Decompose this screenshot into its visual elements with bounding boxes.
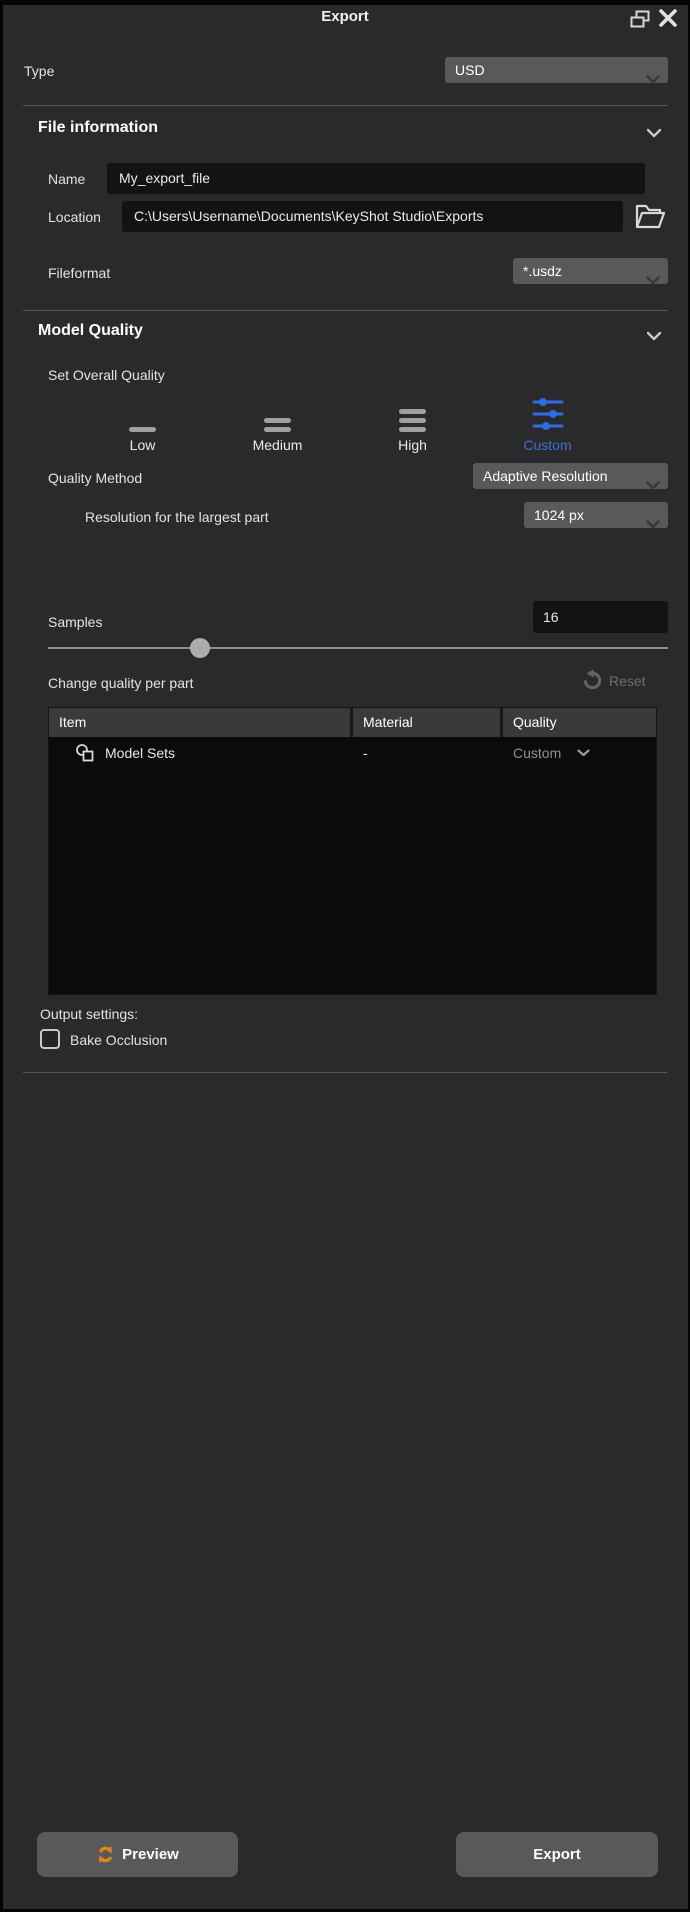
quality-option-label: Low — [130, 437, 156, 453]
output-settings-label: Output settings: — [40, 1006, 138, 1022]
row-quality-dropdown[interactable]: Custom — [503, 745, 656, 761]
export-button-label: Export — [533, 1846, 581, 1863]
table-header-row: Item Material Quality — [49, 708, 656, 737]
set-overall-quality-label: Set Overall Quality — [48, 367, 165, 383]
fileformat-dropdown-value: *.usdz — [523, 263, 562, 279]
reset-button[interactable]: Reset — [581, 669, 646, 692]
slider-track[interactable] — [48, 647, 668, 649]
model-sets-icon — [75, 743, 95, 762]
file-information-header: File information — [38, 119, 158, 137]
collapse-chevron-icon[interactable] — [646, 125, 662, 143]
row-quality-value: Custom — [513, 745, 561, 761]
reset-icon — [581, 669, 604, 692]
quality-per-part-table: Item Material Quality Model Sets - Custo… — [48, 707, 657, 995]
preview-button-label: Preview — [122, 1846, 179, 1863]
preview-render-icon — [96, 1845, 115, 1864]
quality-medium-icon — [264, 392, 291, 432]
quality-option-label: Medium — [253, 437, 303, 453]
location-label: Location — [48, 209, 101, 225]
column-header-item[interactable]: Item — [49, 708, 350, 737]
divider — [23, 310, 667, 311]
column-header-quality[interactable]: Quality — [503, 708, 656, 737]
fileformat-label: Fileformat — [48, 265, 110, 281]
name-label: Name — [48, 171, 85, 187]
quality-option-high[interactable]: High — [345, 392, 480, 453]
bake-occlusion-checkbox[interactable] — [40, 1029, 60, 1049]
resolution-dropdown-value: 1024 px — [534, 507, 584, 523]
type-dropdown-value: USD — [455, 62, 485, 78]
row-item-label: Model Sets — [105, 745, 175, 761]
chevron-down-icon — [646, 511, 660, 537]
model-quality-header: Model Quality — [38, 322, 143, 340]
dialog-title: Export — [0, 8, 690, 25]
chevron-down-icon — [646, 472, 660, 498]
quality-low-icon — [129, 392, 156, 432]
type-label: Type — [24, 63, 54, 79]
close-icon[interactable] — [657, 8, 679, 33]
export-button[interactable]: Export — [456, 1832, 658, 1877]
name-input[interactable]: My_export_file — [107, 163, 645, 194]
divider — [23, 1072, 667, 1073]
collapse-chevron-icon[interactable] — [646, 328, 662, 346]
slider-handle[interactable] — [190, 638, 210, 658]
quality-method-dropdown-value: Adaptive Resolution — [483, 468, 608, 484]
fileformat-dropdown[interactable]: *.usdz — [513, 258, 668, 284]
float-window-icon[interactable] — [629, 10, 651, 34]
location-input[interactable]: C:\Users\Username\Documents\KeyShot Stud… — [122, 201, 623, 232]
browse-folder-icon[interactable] — [633, 201, 667, 236]
bake-occlusion-label: Bake Occlusion — [70, 1032, 167, 1048]
chevron-down-icon — [577, 749, 590, 757]
quality-options: Low Medium High — [75, 392, 615, 453]
custom-sliders-icon — [529, 392, 567, 432]
change-quality-label: Change quality per part — [48, 675, 194, 691]
export-dialog: Export Type USD File information Name My… — [0, 0, 690, 1912]
samples-input[interactable]: 16 — [533, 601, 668, 633]
resolution-dropdown[interactable]: 1024 px — [524, 502, 668, 528]
quality-method-label: Quality Method — [48, 470, 142, 486]
type-dropdown[interactable]: USD — [445, 57, 668, 83]
quality-method-dropdown[interactable]: Adaptive Resolution — [473, 463, 668, 489]
chevron-down-icon — [646, 267, 660, 293]
quality-option-label: Custom — [523, 437, 571, 453]
quality-option-label: High — [398, 437, 427, 453]
quality-option-low[interactable]: Low — [75, 392, 210, 453]
resolution-label: Resolution for the largest part — [85, 509, 269, 525]
samples-slider[interactable] — [48, 638, 668, 658]
preview-button[interactable]: Preview — [37, 1832, 238, 1877]
reset-label: Reset — [609, 673, 646, 689]
quality-high-icon — [399, 392, 426, 432]
chevron-down-icon — [646, 66, 660, 92]
table-row[interactable]: Model Sets - Custom — [49, 737, 656, 768]
column-header-material[interactable]: Material — [353, 708, 500, 737]
quality-option-medium[interactable]: Medium — [210, 392, 345, 453]
samples-label: Samples — [48, 614, 102, 630]
row-material-value: - — [353, 745, 503, 761]
quality-option-custom[interactable]: Custom — [480, 392, 615, 453]
divider — [23, 105, 667, 106]
